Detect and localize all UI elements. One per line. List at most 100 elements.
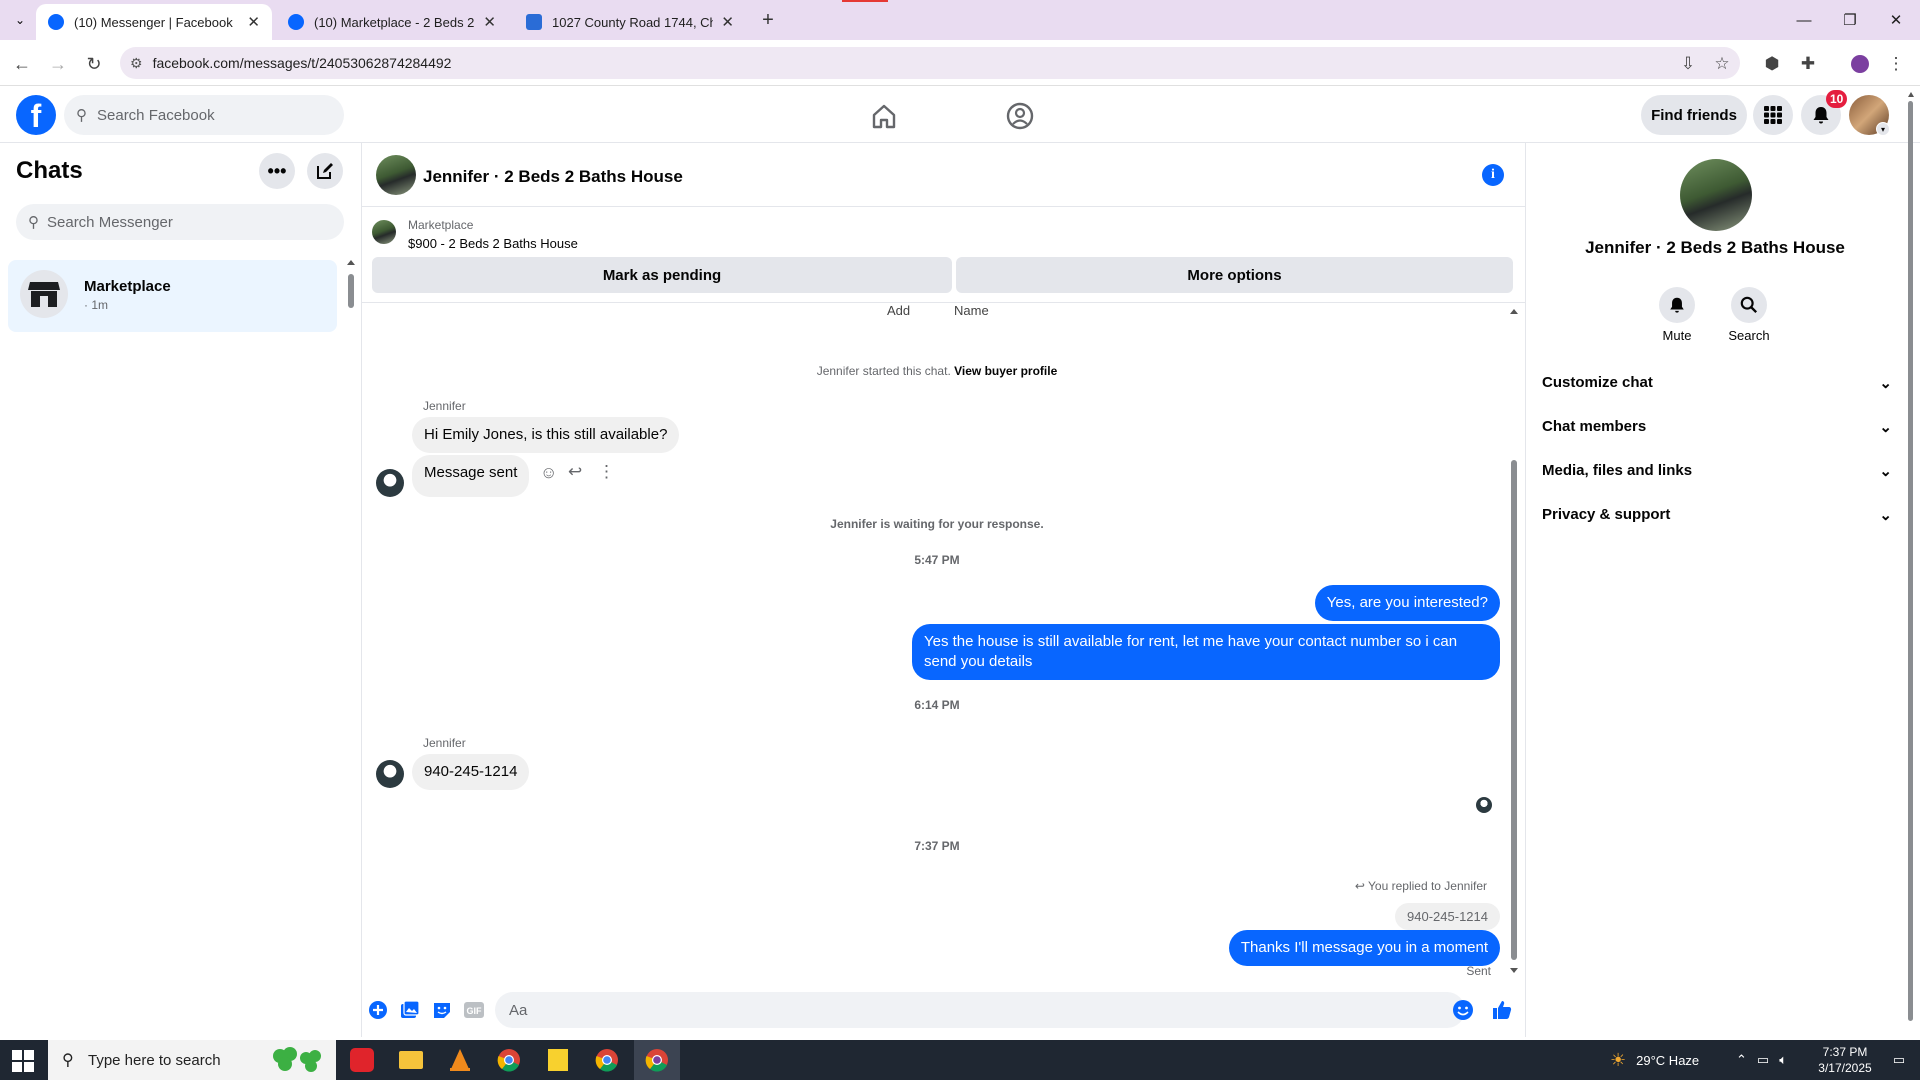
sender-avatar[interactable] <box>376 760 404 788</box>
gif-icon[interactable]: GIF <box>461 997 487 1023</box>
outgoing-message-row: Yes, are you interested? <box>1314 585 1500 621</box>
zillow-favicon-icon <box>526 14 542 30</box>
minimize-button[interactable]: — <box>1781 0 1827 40</box>
notification-badge: 10 <box>1826 90 1848 108</box>
message-input[interactable]: Aa <box>495 992 1465 1028</box>
chat-members-section[interactable]: Chat members ⌄ <box>1542 418 1892 436</box>
menu-grid-icon[interactable] <box>1753 95 1793 135</box>
sticky-notes-icon[interactable] <box>538 1043 578 1077</box>
tab-list-chevron-icon[interactable]: ⌄ <box>8 8 32 32</box>
back-button[interactable]: ← <box>8 50 36 78</box>
listing-title[interactable]: $900 - 2 Beds 2 Baths House <box>408 236 578 251</box>
details-avatar[interactable] <box>1680 159 1752 231</box>
extensions-puzzle-icon[interactable]: ✚ <box>1794 50 1822 78</box>
privacy-support-section[interactable]: Privacy & support ⌄ <box>1542 506 1892 524</box>
browser-tab-messenger[interactable]: (10) Messenger | Facebook ✕ <box>36 4 272 40</box>
conversation-avatar[interactable] <box>376 155 416 195</box>
close-tab-icon[interactable]: ✕ <box>483 13 496 31</box>
outgoing-message-bubble[interactable]: Yes, are you interested? <box>1314 585 1500 621</box>
reload-button[interactable]: ↻ <box>80 50 108 78</box>
browser-tab-zillow[interactable]: 1027 County Road 1744, Chico, ✕ <box>514 4 746 40</box>
reply-icon[interactable]: ↩ <box>568 462 582 482</box>
incoming-message-bubble[interactable]: 940-245-1214 <box>412 754 530 790</box>
search-conversation-icon[interactable] <box>1731 287 1767 323</box>
incoming-message-bubble[interactable]: Hi Emily Jones, is this still available? <box>412 417 680 453</box>
chrome-profile-icon[interactable] <box>587 1043 627 1077</box>
chat-meta: · 1m <box>84 298 108 312</box>
address-bar[interactable]: ⚙ facebook.com/messages/t/24053062874284… <box>120 47 1740 79</box>
mark-as-pending-button[interactable]: Mark as pending <box>372 257 952 293</box>
outgoing-message-bubble[interactable]: Thanks I'll message you in a moment <box>1228 930 1500 966</box>
close-tab-icon[interactable]: ✕ <box>721 13 734 31</box>
attach-photo-icon[interactable] <box>397 997 423 1023</box>
taskbar-app-red-icon[interactable] <box>342 1043 382 1077</box>
more-options-button[interactable]: More options <box>956 257 1513 293</box>
facebook-logo[interactable]: f <box>16 95 56 135</box>
groups-icon[interactable] <box>1004 100 1036 132</box>
install-app-icon[interactable]: ⇩ <box>1674 50 1702 78</box>
new-tab-button[interactable]: + <box>756 8 780 32</box>
forward-button[interactable]: → <box>44 50 72 78</box>
conversation-scrollbar[interactable] <box>1511 460 1517 960</box>
account-chevron-down-icon[interactable]: ▾ <box>1876 122 1890 136</box>
outgoing-message-row: Thanks I'll message you in a moment <box>1228 930 1500 966</box>
sender-avatar[interactable] <box>376 469 404 497</box>
listing-thumbnail[interactable] <box>372 220 396 244</box>
show-hidden-icons-chevron-icon[interactable]: ⌃ <box>1736 1052 1747 1068</box>
site-info-icon[interactable]: ⚙ <box>130 55 143 72</box>
search-icon: ⚲ <box>76 107 87 124</box>
vlc-icon[interactable] <box>440 1043 480 1077</box>
notification-center-icon[interactable]: ▭ <box>1884 1040 1914 1080</box>
more-actions-icon[interactable]: ⋮ <box>598 462 615 482</box>
scroll-down-arrow[interactable] <box>1510 968 1518 973</box>
messenger-search-input[interactable]: ⚲ Search Messenger <box>16 204 344 240</box>
taskbar-active-app[interactable] <box>634 1040 680 1080</box>
media-files-links-section[interactable]: Media, files and links ⌄ <box>1542 462 1892 480</box>
chat-list-scrollbar[interactable] <box>347 260 355 322</box>
sender-name: Jennifer <box>423 736 466 750</box>
file-explorer-icon[interactable] <box>391 1043 431 1077</box>
profile-icon[interactable] <box>1846 50 1874 78</box>
like-thumbs-up-icon[interactable] <box>1489 997 1515 1023</box>
volume-icon[interactable]: 🔈︎ <box>1779 1052 1787 1068</box>
react-emoji-icon[interactable]: ☺ <box>540 463 557 483</box>
new-message-icon[interactable] <box>307 153 343 189</box>
find-friends-button[interactable]: Find friends <box>1641 95 1747 135</box>
info-icon[interactable]: i <box>1482 164 1504 186</box>
message-status: Sent <box>1466 964 1491 978</box>
emoji-icon[interactable] <box>1450 997 1476 1023</box>
chats-options-button[interactable]: ••• <box>259 153 295 189</box>
weather-haze-icon: ☀ <box>1610 1049 1627 1070</box>
scroll-up-arrow[interactable] <box>1510 309 1518 314</box>
chat-started-notice: Jennifer started this chat. View buyer p… <box>816 364 1058 378</box>
customize-chat-section[interactable]: Customize chat ⌄ <box>1542 374 1892 392</box>
close-tab-icon[interactable]: ✕ <box>247 13 260 31</box>
facebook-search-input[interactable]: ⚲ Search Facebook <box>64 95 344 135</box>
windows-start-icon[interactable] <box>12 1050 34 1072</box>
cutoff-label-name: Name <box>954 303 989 318</box>
taskbar-clock[interactable]: 7:37 PM 3/17/2025 <box>1808 1040 1882 1080</box>
chevron-down-icon: ⌄ <box>1879 507 1892 524</box>
chrome-icon[interactable] <box>489 1043 529 1077</box>
bookmark-star-icon[interactable]: ☆ <box>1708 50 1736 78</box>
sticker-icon[interactable] <box>429 997 455 1023</box>
mute-bell-icon[interactable] <box>1659 287 1695 323</box>
recording-indicator <box>842 0 888 2</box>
system-tray-icons[interactable]: ⌃ ▭ 🔈︎ <box>1736 1040 1787 1080</box>
chevron-down-icon: ⌄ <box>1879 463 1892 480</box>
restore-button[interactable]: ❐ <box>1827 0 1873 40</box>
quoted-message[interactable]: 940-245-1214 <box>1395 903 1500 930</box>
page-scrollbar[interactable] <box>1908 92 1915 1032</box>
more-actions-plus-icon[interactable] <box>365 997 391 1023</box>
browser-menu-icon[interactable]: ⋮ <box>1882 50 1910 78</box>
conversation-title[interactable]: Jennifer · 2 Beds 2 Baths House <box>423 167 683 187</box>
browser-tab-marketplace[interactable]: (10) Marketplace - 2 Beds 2 Baths ✕ <box>276 4 508 40</box>
home-icon[interactable] <box>868 100 900 132</box>
weather-widget[interactable]: ☀ 29°C Haze <box>1610 1040 1699 1080</box>
outgoing-message-bubble[interactable]: Yes the house is still available for ren… <box>912 624 1500 680</box>
view-buyer-profile-link[interactable]: View buyer profile <box>954 364 1057 378</box>
close-window-button[interactable]: ✕ <box>1873 0 1919 40</box>
extension-icon[interactable]: ⬢ <box>1758 50 1786 78</box>
network-icon[interactable]: ▭ <box>1757 1052 1769 1068</box>
incoming-message-bubble[interactable]: Message sent <box>412 455 530 497</box>
